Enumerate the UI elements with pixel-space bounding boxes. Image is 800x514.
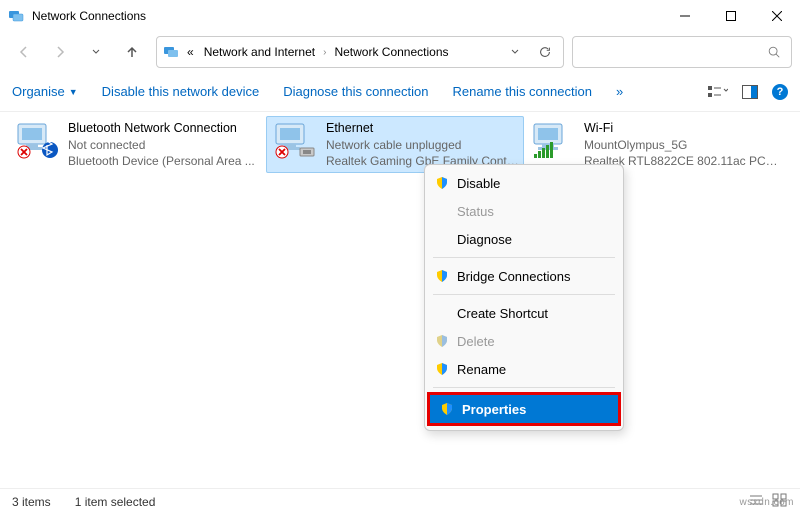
forward-button[interactable] [44,36,76,68]
menu-label: Rename [457,362,506,377]
location-icon [163,44,179,60]
selection-count: 1 item selected [75,495,156,509]
menu-item-diagnose[interactable]: Diagnose [425,225,623,253]
close-button[interactable] [754,0,800,32]
breadcrumb-part[interactable]: Network Connections [332,45,450,59]
ethernet-adapter-icon [270,120,318,160]
breadcrumb-prefix[interactable]: « [185,45,196,59]
window-title: Network Connections [32,9,662,23]
refresh-button[interactable] [533,45,557,59]
menu-separator [433,257,615,258]
shield-icon [435,334,449,348]
titlebar: Network Connections [0,0,800,32]
connection-name: Bluetooth Network Connection [68,120,255,137]
menu-label: Delete [457,334,495,349]
help-button[interactable]: ? [772,84,788,100]
preview-pane-button[interactable] [742,85,758,99]
organise-menu[interactable]: Organise ▼ [12,84,78,99]
menu-label: Bridge Connections [457,269,570,284]
item-count: 3 items [12,495,51,509]
menu-label: Disable [457,176,500,191]
back-button[interactable] [8,36,40,68]
menu-label: Status [457,204,494,219]
recent-dropdown[interactable] [80,36,112,68]
menu-label: Properties [462,402,526,417]
app-icon [8,8,24,24]
menu-item-delete: Delete [425,327,623,355]
bluetooth-adapter-icon [12,120,60,160]
shield-icon [440,402,454,416]
connection-name: Ethernet [326,120,520,137]
context-menu: Disable Status Diagnose Bridge Connectio… [424,164,624,431]
connection-status: Network cable unplugged [326,137,520,153]
menu-label: Create Shortcut [457,306,548,321]
connection-status: MountOlympus_5G [584,137,778,153]
shield-icon [435,176,449,190]
connection-device: Bluetooth Device (Personal Area ... [68,153,255,169]
menu-item-status: Status [425,197,623,225]
highlight-annotation: Properties [427,392,621,426]
menu-item-create-shortcut[interactable]: Create Shortcut [425,299,623,327]
search-icon [767,45,781,59]
breadcrumb-part[interactable]: Network and Internet [202,45,317,59]
menu-item-disable[interactable]: Disable [425,169,623,197]
connection-name: Wi-Fi [584,120,778,137]
menu-separator [433,294,615,295]
connection-status: Not connected [68,137,255,153]
rename-button[interactable]: Rename this connection [452,84,591,99]
search-input[interactable] [572,36,792,68]
minimize-button[interactable] [662,0,708,32]
command-bar: Organise ▼ Disable this network device D… [0,72,800,112]
view-options-button[interactable] [708,85,728,99]
address-dropdown[interactable] [503,47,527,57]
diagnose-button[interactable]: Diagnose this connection [283,84,428,99]
maximize-button[interactable] [708,0,754,32]
navbar: « Network and Internet › Network Connect… [0,32,800,72]
menu-label: Diagnose [457,232,512,247]
overflow-button[interactable]: » [616,84,623,99]
wifi-adapter-icon [528,120,576,160]
watermark: wsxdn.com [739,497,794,508]
up-button[interactable] [116,36,148,68]
disable-device-button[interactable]: Disable this network device [102,84,260,99]
menu-item-properties[interactable]: Properties [430,395,618,423]
shield-icon [435,362,449,376]
shield-icon [435,269,449,283]
items-view: Bluetooth Network Connection Not connect… [0,112,800,177]
connection-item-bluetooth[interactable]: Bluetooth Network Connection Not connect… [8,116,266,173]
address-bar[interactable]: « Network and Internet › Network Connect… [156,36,564,68]
menu-item-rename[interactable]: Rename [425,355,623,383]
chevron-right-icon: › [323,47,326,58]
menu-item-bridge[interactable]: Bridge Connections [425,262,623,290]
menu-separator [433,387,615,388]
status-bar: 3 items 1 item selected [0,488,800,514]
